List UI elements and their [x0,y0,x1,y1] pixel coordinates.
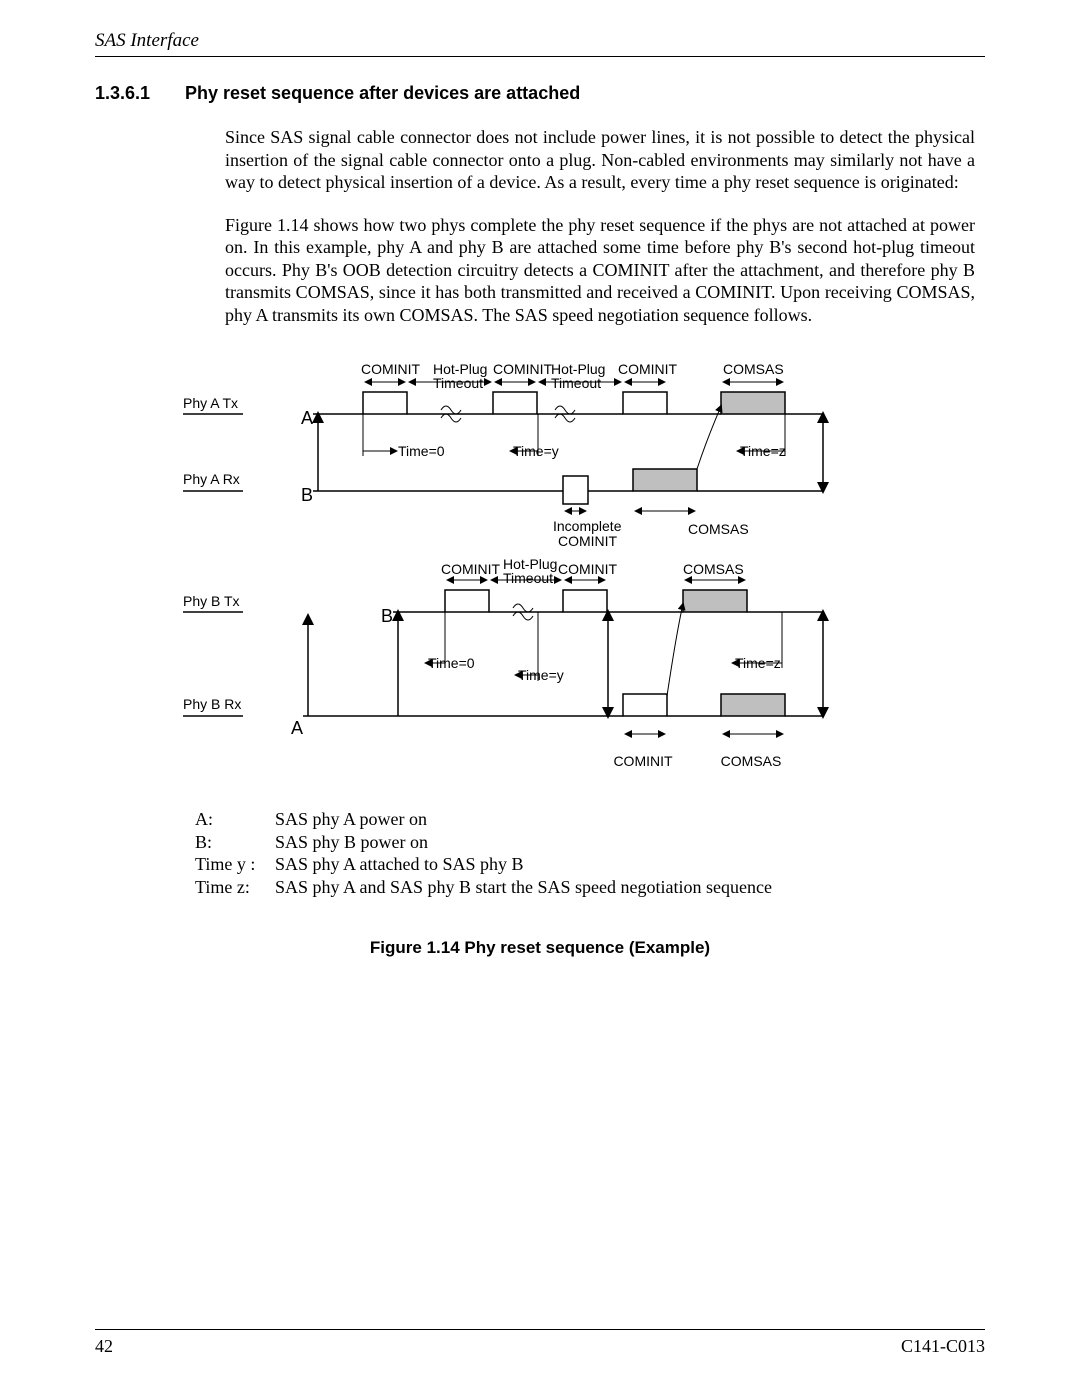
lbl-incomplete2: COMINIT [558,533,618,549]
letter-A-low: A [291,718,303,738]
timing-diagram: Phy A Tx COMINIT Hot-Plug Timeout COMINI… [183,356,903,786]
letter-B-mid: B [381,606,393,626]
legend-key: Time y : [195,853,275,876]
row-label-phy-a-tx: Phy A Tx [183,395,238,411]
legend-text: SAS phy B power on [275,831,428,854]
legend-row: A: SAS phy A power on [195,808,985,831]
page: SAS Interface 1.3.6.1Phy reset sequence … [0,0,1080,1397]
lbl-cominit-b: COMINIT [441,561,501,577]
lbl-time0-a: Time=0 [398,443,445,459]
legend-key: B: [195,831,275,854]
lbl-cominit2: COMINIT [493,361,553,377]
legend-key: Time z: [195,876,275,899]
section-heading: 1.3.6.1Phy reset sequence after devices … [95,83,985,104]
legend-row: B: SAS phy B power on [195,831,985,854]
lbl-hotplug4: Timeout [551,375,601,391]
lbl-cominit: COMINIT [361,361,421,377]
legend-text: SAS phy A attached to SAS phy B [275,853,524,876]
legend: A: SAS phy A power on B: SAS phy B power… [195,808,985,898]
lbl-cominit-b2: COMINIT [558,561,618,577]
letter-B-top: B [301,485,313,505]
body-text: Since SAS signal cable connector does no… [225,126,975,326]
section-number: 1.3.6.1 [95,83,185,104]
paragraph-1: Since SAS signal cable connector does no… [225,126,975,194]
row-label-phy-a-rx: Phy A Rx [183,471,240,487]
lbl-comsas-b: COMSAS [683,561,744,577]
lbl-cominit3: COMINIT [618,361,678,377]
lbl-hp-b2: Timeout [503,570,553,586]
legend-key: A: [195,808,275,831]
legend-text: SAS phy A power on [275,808,427,831]
lbl-comsas-rx: COMSAS [688,521,749,537]
legend-text: SAS phy A and SAS phy B start the SAS sp… [275,876,772,899]
paragraph-2: Figure 1.14 shows how two phys complete … [225,214,975,327]
page-number: 42 [95,1336,113,1357]
doc-number: C141-C013 [901,1336,985,1357]
letter-A-top: A [301,408,313,428]
lbl-incomplete1: Incomplete [553,518,622,534]
section-title: Phy reset sequence after devices are att… [185,83,580,103]
lbl-comsas: COMSAS [723,361,784,377]
legend-row: Time z: SAS phy A and SAS phy B start th… [195,876,985,899]
lbl-cominit-rx: COMINIT [613,753,673,769]
lbl-hotplug2: Timeout [433,375,483,391]
row-label-phy-b-tx: Phy B Tx [183,593,240,609]
running-header: SAS Interface [95,30,985,57]
footer: 42 C141-C013 [95,1329,985,1357]
row-label-phy-b-rx: Phy B Rx [183,696,241,712]
lbl-comsas-rx2: COMSAS [721,753,782,769]
figure-caption: Figure 1.14 Phy reset sequence (Example) [95,938,985,958]
legend-row: Time y : SAS phy A attached to SAS phy B [195,853,985,876]
